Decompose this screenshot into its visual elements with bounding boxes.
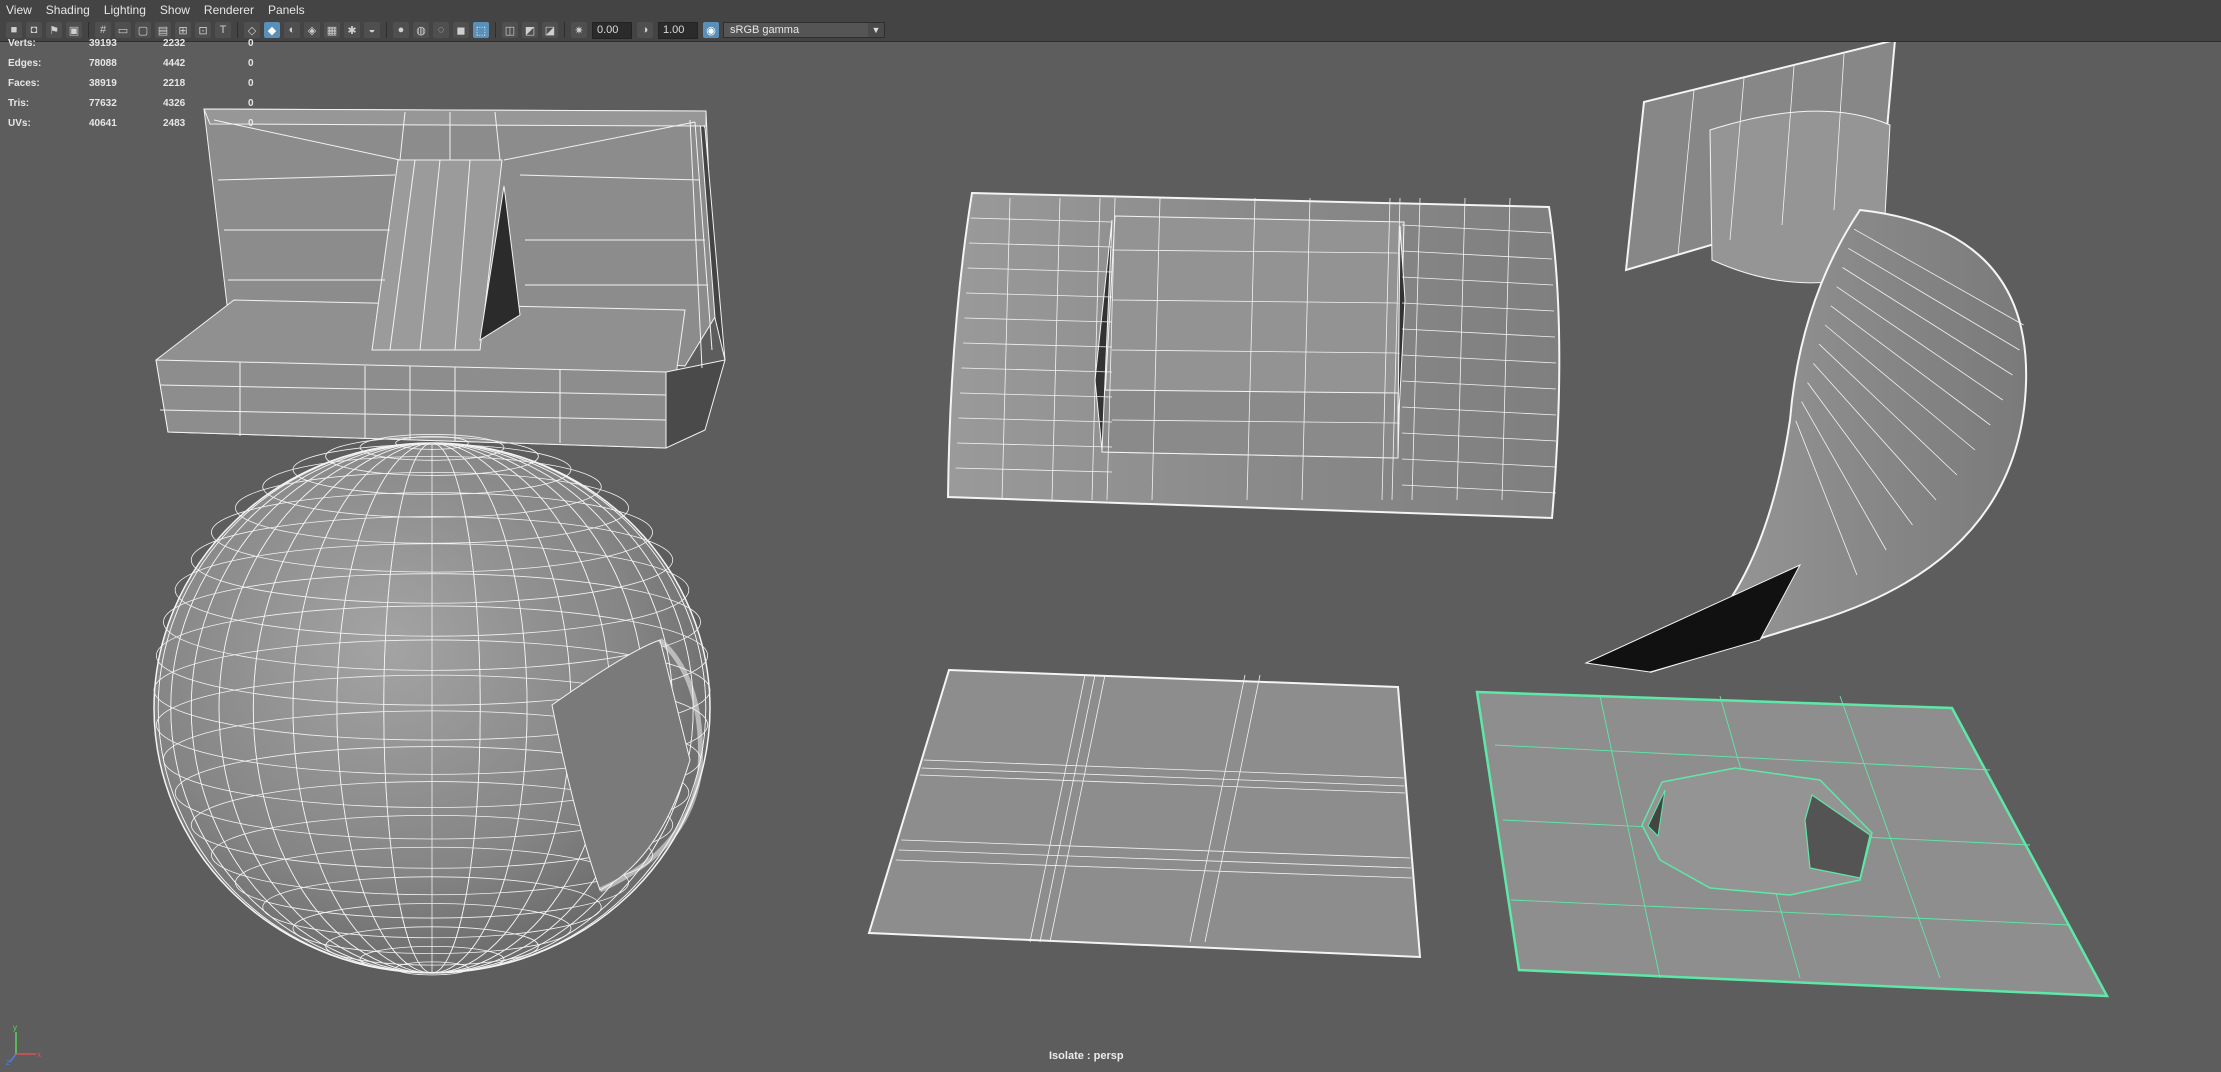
- toolbar-separator: [564, 22, 565, 38]
- view-axis-gizmo: y x z: [6, 1023, 41, 1066]
- l-bench-mesh[interactable]: [155, 108, 726, 449]
- xray-icon[interactable]: ◫: [502, 22, 518, 38]
- shadows-icon[interactable]: ◒: [364, 22, 380, 38]
- wireframe-icon[interactable]: ◇: [244, 22, 260, 38]
- menu-panels[interactable]: Panels: [262, 3, 313, 17]
- exposure-icon[interactable]: ✷: [571, 22, 587, 38]
- menu-show[interactable]: Show: [154, 3, 198, 17]
- depth-of-field-icon[interactable]: ◼: [453, 22, 469, 38]
- hud-scene-count: 39193: [89, 38, 117, 49]
- color-space-value: sRGB gamma: [730, 24, 800, 36]
- default-material-icon[interactable]: ◐: [284, 22, 300, 38]
- toolbar-separator: [88, 22, 89, 38]
- hud-label: Verts:: [8, 38, 36, 49]
- image-plane-icon[interactable]: ▣: [66, 22, 82, 38]
- smooth-shade-icon[interactable]: ◆: [264, 22, 280, 38]
- hud-row-edges: Edges: 78088 4442 0: [8, 58, 254, 78]
- gamma-field[interactable]: 1.00: [658, 21, 698, 39]
- curled-sheet-mesh[interactable]: [1584, 38, 2028, 673]
- hud-third-count: 0: [248, 118, 254, 129]
- hud-label: Edges:: [8, 58, 42, 69]
- hud-selected-count: 4442: [163, 58, 186, 69]
- field-chart-icon[interactable]: ⊞: [175, 22, 191, 38]
- antialiasing-icon[interactable]: ◌: [433, 22, 449, 38]
- toolbar-separator: [495, 22, 496, 38]
- axis-x-label: x: [37, 1050, 41, 1059]
- viewport-toolbar: ■ ◘ ⚑ ▣ # ▭ ▢ ▤ ⊞ ⊡ T ◇ ◆ ◐ ◈ ▦ ✱ ◒ ● ◍ …: [0, 19, 2221, 42]
- hud-row-uvs: UVs: 40641 2483 0: [8, 118, 254, 138]
- isolate-camera-label: Isolate : persp: [1049, 1050, 1124, 1062]
- hud-label: UVs:: [8, 118, 31, 129]
- camera-attr-icon[interactable]: ◘: [26, 22, 42, 38]
- color-space-dropdown[interactable]: sRGB gamma ▼: [723, 22, 885, 38]
- hud-row-tris: Tris: 77632 4326 0: [8, 98, 254, 118]
- hud-third-count: 0: [248, 78, 254, 89]
- hud-scene-count: 78088: [89, 58, 117, 69]
- camera-icon[interactable]: ■: [6, 22, 22, 38]
- ambient-occlusion-icon[interactable]: ●: [393, 22, 409, 38]
- hud-selected-count: 2218: [163, 78, 186, 89]
- hud-scene-count: 40641: [89, 118, 117, 129]
- menu-renderer[interactable]: Renderer: [198, 3, 262, 17]
- hud-third-count: 0: [248, 98, 254, 109]
- color-management-icon[interactable]: ◉: [703, 22, 719, 38]
- isolate-select-icon[interactable]: ⬚: [473, 22, 489, 38]
- gamma-icon[interactable]: ◑: [637, 22, 653, 38]
- hud-third-count: 0: [248, 58, 254, 69]
- selected-plane-mesh[interactable]: [1475, 690, 2110, 998]
- gate-mask-icon[interactable]: ▤: [155, 22, 171, 38]
- hud-scene-count: 38919: [89, 78, 117, 89]
- bookmark-icon[interactable]: ⚑: [46, 22, 62, 38]
- hud-label: Tris:: [8, 98, 30, 109]
- menu-lighting[interactable]: Lighting: [98, 3, 154, 17]
- wireframe-on-shaded-icon[interactable]: ◈: [304, 22, 320, 38]
- exposure-field[interactable]: 0.00: [592, 21, 632, 39]
- lights-icon[interactable]: ✱: [344, 22, 360, 38]
- xray-joints-icon[interactable]: ◩: [522, 22, 538, 38]
- plane-mesh[interactable]: [867, 668, 1422, 959]
- toolbar-separator: [237, 22, 238, 38]
- hud-label: Faces:: [8, 78, 40, 89]
- menu-shading[interactable]: Shading: [40, 3, 98, 17]
- hud-selected-count: 2483: [163, 118, 186, 129]
- toolbar-separator: [386, 22, 387, 38]
- grid-icon[interactable]: #: [95, 22, 111, 38]
- hud-selected-count: 4326: [163, 98, 186, 109]
- hud-selected-count: 2232: [163, 38, 186, 49]
- textured-icon[interactable]: ▦: [324, 22, 340, 38]
- axis-z-label: z: [6, 1058, 10, 1066]
- viewport-3d[interactable]: [0, 0, 2221, 1072]
- motion-blur-icon[interactable]: ◍: [413, 22, 429, 38]
- viewport-menubar: View Shading Lighting Show Renderer Pane…: [0, 0, 2221, 19]
- film-gate-icon[interactable]: ▭: [115, 22, 131, 38]
- hud-third-count: 0: [248, 38, 254, 49]
- axis-y-label: y: [13, 1023, 17, 1032]
- safe-action-icon[interactable]: ⊡: [195, 22, 211, 38]
- poly-count-hud: Verts: 39193 2232 0 Edges: 78088 4442 0 …: [8, 38, 254, 138]
- hud-scene-count: 77632: [89, 98, 117, 109]
- sphere-mesh[interactable]: [153, 434, 711, 976]
- chevron-down-icon: ▼: [868, 23, 884, 37]
- xray-components-icon[interactable]: ◪: [542, 22, 558, 38]
- arch-mesh[interactable]: [946, 191, 1561, 520]
- hud-row-faces: Faces: 38919 2218 0: [8, 78, 254, 98]
- hud-row-verts: Verts: 39193 2232 0: [8, 38, 254, 58]
- safe-title-icon[interactable]: T: [215, 22, 231, 38]
- menu-view[interactable]: View: [0, 3, 40, 17]
- resolution-gate-icon[interactable]: ▢: [135, 22, 151, 38]
